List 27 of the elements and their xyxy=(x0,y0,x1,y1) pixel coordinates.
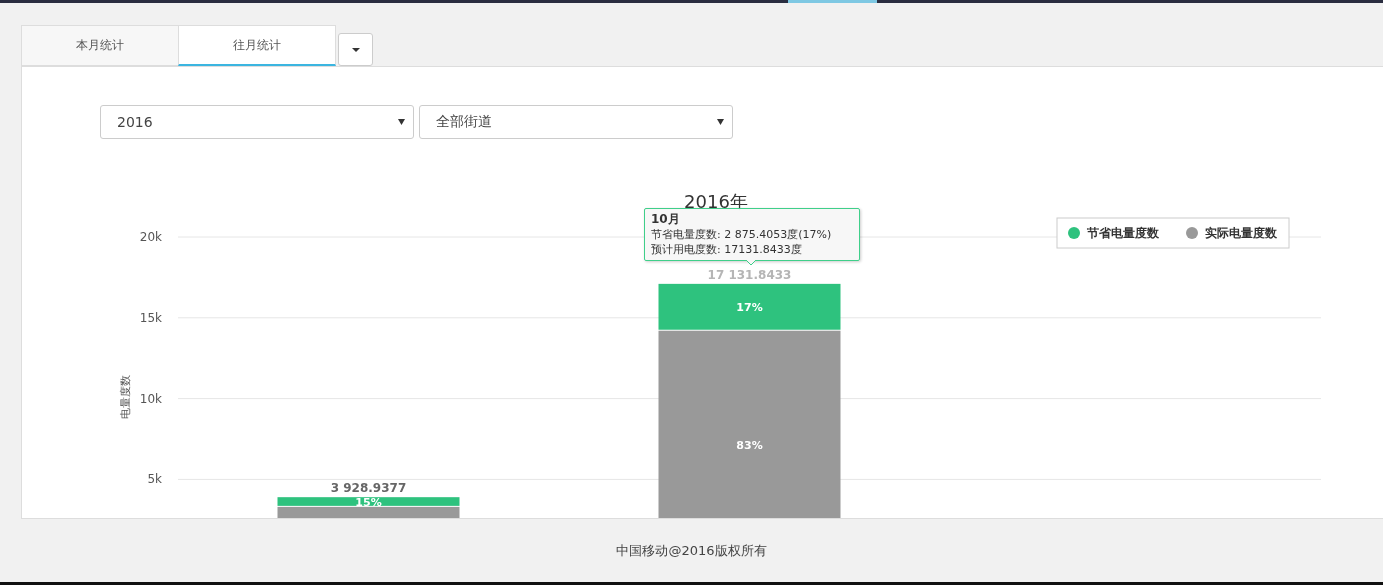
tooltip-line: 节省电量度数: 2 875.4053度(17%) xyxy=(651,227,833,242)
tab[interactable]: 本月统计 xyxy=(21,25,179,66)
dropdown-button[interactable] xyxy=(338,33,373,66)
select-field[interactable]: 全部街道 xyxy=(419,105,733,139)
axis-tick-label: 15k xyxy=(139,310,162,325)
copyright-text: 中国移动@2016版权所有 xyxy=(615,541,768,560)
select-value: 2016 xyxy=(117,114,153,130)
tooltip-line: 预计用电度数: 17131.8433度 xyxy=(651,242,803,257)
axis-tick-label: 5k xyxy=(147,472,162,487)
chart-title: 2016年 xyxy=(684,191,748,212)
tab[interactable]: 往月统计 xyxy=(178,25,336,66)
tooltip-title: 10月 xyxy=(651,212,681,227)
select-field[interactable]: 2016 xyxy=(100,105,414,139)
percent-label: 15% xyxy=(355,496,382,509)
axis-tick-label: 10k xyxy=(139,391,162,406)
percent-label: 17% xyxy=(736,301,763,315)
caret-icon xyxy=(351,47,360,52)
axis-title: 电量度数 xyxy=(119,375,132,419)
legend-label[interactable]: 节省电量度数 xyxy=(1087,226,1159,240)
axis-tick-label: 20k xyxy=(139,230,162,244)
legend-label[interactable]: 实际电量度数 xyxy=(1205,226,1277,240)
total-label: 17 131.8433 xyxy=(707,267,792,282)
total-label: 3 928.9377 xyxy=(330,481,407,496)
caret-icon xyxy=(717,119,724,125)
select-value: 全部街道 xyxy=(436,113,492,131)
percent-label: 83% xyxy=(736,439,763,453)
caret-icon xyxy=(398,119,405,125)
